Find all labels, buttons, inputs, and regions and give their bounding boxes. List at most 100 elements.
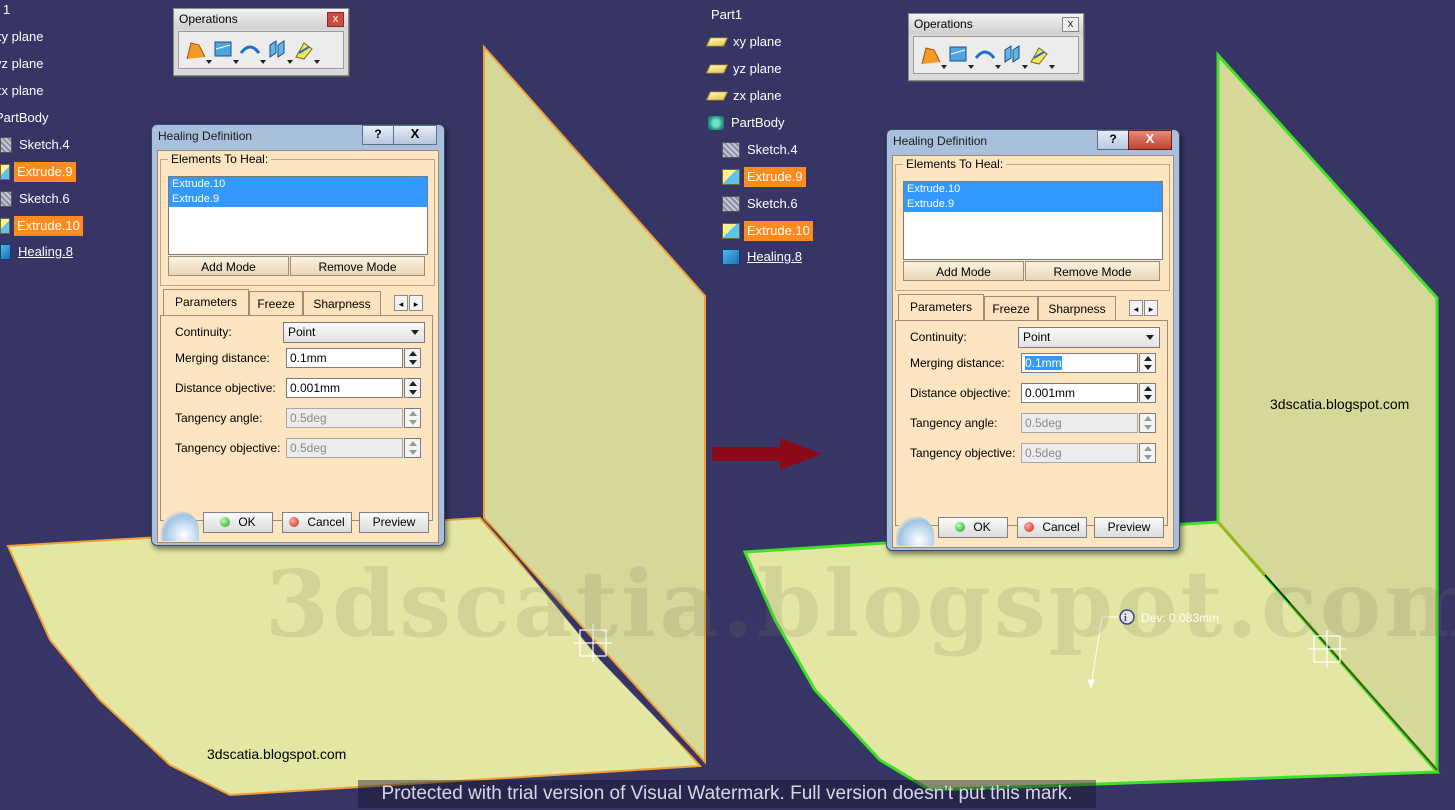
deviation-label: Dev: 0.083mm [1141,611,1220,625]
distance-objective-spinner[interactable] [1139,383,1156,403]
remove-mode-button[interactable]: Remove Mode [290,256,425,276]
merging-distance-input[interactable]: 0.1mm [286,348,403,368]
transition-arrow [712,438,822,470]
healing-definition-dialog-left[interactable]: Healing Definition ? X Elements To Heal:… [151,124,445,546]
distance-objective-label: Distance objective: [175,381,276,395]
distance-objective-spinner[interactable] [404,378,421,398]
tab-parameters[interactable]: Parameters [163,289,249,316]
continuity-label: Continuity: [175,325,232,339]
help-button[interactable]: ? [1097,130,1129,150]
distance-objective-input[interactable]: 0.001mm [286,378,403,398]
tree-item-extrude10[interactable]: Extrude.10 [0,216,83,236]
tree-item-partbody[interactable]: PartBody [0,108,51,128]
disassemble-icon[interactable] [1001,44,1028,69]
join-icon[interactable] [185,39,212,64]
elements-list[interactable]: Extrude.10 Extrude.9 [903,181,1163,260]
healing-definition-dialog-right[interactable]: Healing Definition ? X Elements To Heal:… [886,129,1180,551]
tree-item-partbody[interactable]: PartBody [708,113,787,133]
list-item[interactable]: Extrude.10 [904,182,1162,197]
extract-icon[interactable] [1028,44,1055,69]
toolbar-title-bar[interactable]: Operations x [909,14,1083,34]
join-icon[interactable] [920,44,947,69]
tree-item-healing8[interactable]: Healing.8 [722,247,805,267]
operations-toolbar-left[interactable]: Operations x [173,8,349,76]
tree-item-extrude9[interactable]: Extrude.9 [0,162,76,182]
ok-button[interactable]: OK [203,512,273,533]
healing-icon [0,244,11,260]
tree-label: Healing.8 [18,244,73,259]
tangency-angle-value: 0.5deg [290,411,327,425]
tree-item-healing8[interactable]: Healing.8 [0,242,76,262]
tree-item-part[interactable]: 1 [0,0,13,20]
tree-item-extrude9[interactable]: Extrude.9 [722,167,806,187]
tree-item-yz-plane[interactable]: yz plane [0,54,46,74]
close-button[interactable]: X [1128,130,1172,150]
tree-label: Sketch.4 [19,137,70,152]
tree-label: Extrude.9 [744,167,806,187]
tree-label: Extrude.10 [14,216,83,236]
continuity-label: Continuity: [910,330,967,344]
operations-toolbar-right[interactable]: Operations x [908,13,1084,81]
close-button[interactable]: X [393,125,437,145]
tree-item-xy-plane[interactable]: xy plane [0,27,46,47]
merging-distance-input[interactable]: 0.1mm [1021,353,1138,373]
tree-item-sketch4[interactable]: Sketch.4 [722,140,801,160]
toolbar-icons [913,36,1079,74]
tab-parameters[interactable]: Parameters [898,294,984,321]
tree-item-zx-plane[interactable]: zx plane [0,81,46,101]
list-item[interactable]: Extrude.10 [169,177,427,192]
toolbar-title-bar[interactable]: Operations x [174,9,348,29]
preview-button[interactable]: Preview [1094,517,1164,538]
remove-mode-button[interactable]: Remove Mode [1025,261,1160,281]
tab-scroll-left-button[interactable]: ◂ [394,295,408,311]
add-mode-button[interactable]: Add Mode [903,261,1024,281]
tree-item-part1[interactable]: Part1 [708,5,745,25]
tangency-angle-label: Tangency angle: [175,411,263,425]
tree-label: zx plane [733,88,782,103]
tree-item-zx-plane[interactable]: zx plane [705,86,784,106]
disassemble-icon[interactable] [266,39,293,64]
help-button[interactable]: ? [362,125,394,145]
tab-sharpness[interactable]: Sharpness [303,291,381,315]
extract-icon[interactable] [293,39,320,64]
chevron-down-icon [411,330,419,335]
untrim-icon[interactable] [239,39,266,64]
toolbar-close-button[interactable]: x [1062,17,1079,32]
tree-label: Sketch.6 [747,196,798,211]
tree-item-sketch6[interactable]: Sketch.6 [722,194,801,214]
cancel-button[interactable]: Cancel [1017,517,1087,538]
tree-item-xy-plane[interactable]: xy plane [705,32,784,52]
tree-item-sketch6[interactable]: Sketch.6 [0,189,73,209]
ok-button[interactable]: OK [938,517,1008,538]
cancel-button[interactable]: Cancel [282,512,352,533]
merging-distance-spinner[interactable] [404,348,421,368]
tab-freeze[interactable]: Freeze [249,291,303,315]
untrim-icon[interactable] [974,44,1001,69]
tab-scroll-right-button[interactable]: ▸ [1144,300,1158,316]
list-item[interactable]: Extrude.9 [904,197,1162,212]
healing-tool-icon[interactable] [947,44,974,69]
healing-tool-icon[interactable] [212,39,239,64]
trial-watermark-notice: Protected with trial version of Visual W… [358,780,1096,808]
dialog-body: Elements To Heal: Extrude.10 Extrude.9 A… [892,155,1174,548]
preview-button[interactable]: Preview [359,512,429,533]
dialog-title: Healing Definition [893,134,988,148]
tab-scroll-right-button[interactable]: ▸ [409,295,423,311]
tree-item-sketch4[interactable]: Sketch.4 [0,135,73,155]
continuity-select[interactable]: Point [1018,327,1160,348]
continuity-select[interactable]: Point [283,322,425,343]
toolbar-close-button[interactable]: x [327,12,344,27]
add-mode-button[interactable]: Add Mode [168,256,289,276]
elements-list[interactable]: Extrude.10 Extrude.9 [168,176,428,255]
tree-label: xy plane [0,29,44,44]
tree-item-extrude10[interactable]: Extrude.10 [722,221,813,241]
tab-sharpness[interactable]: Sharpness [1038,296,1116,320]
tangency-angle-value: 0.5deg [1025,416,1062,430]
tab-scroll-left-button[interactable]: ◂ [1129,300,1143,316]
distance-objective-input[interactable]: 0.001mm [1021,383,1138,403]
list-item[interactable]: Extrude.9 [169,192,427,207]
tangency-objective-label: Tangency objective: [175,441,281,455]
merging-distance-spinner[interactable] [1139,353,1156,373]
tab-freeze[interactable]: Freeze [984,296,1038,320]
tree-item-yz-plane[interactable]: yz plane [705,59,784,79]
